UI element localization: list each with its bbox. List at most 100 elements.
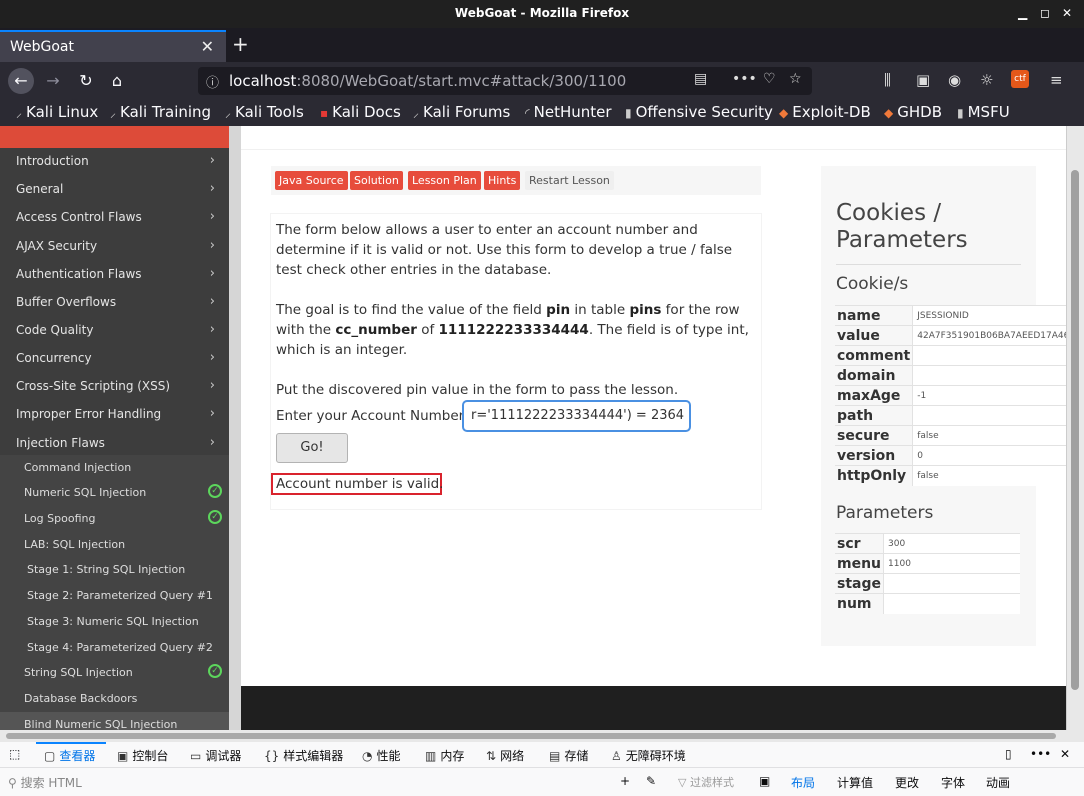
lesson-blind-numeric-sql-injection[interactable]: Blind Numeric SQL Injection — [0, 712, 229, 730]
sidebar-item-error-handling[interactable]: Improper Error Handling › — [0, 401, 229, 429]
minimize-icon[interactable]: ▁ — [1018, 6, 1027, 20]
tab-computed[interactable]: 计算值 — [837, 774, 873, 791]
tab-performance[interactable]: ◔ 性能 — [362, 747, 401, 764]
url-text[interactable]: localhost:8080/WebGoat/start.mvc#attack/… — [229, 72, 626, 90]
tab-memory[interactable]: ▥ 内存 — [425, 747, 464, 764]
sidebar-item-injection-flaws[interactable]: Injection Flaws › — [0, 430, 229, 458]
tab-debugger[interactable]: ▭ 调试器 — [190, 747, 241, 764]
close-devtools-icon[interactable]: ✕ — [1060, 747, 1070, 761]
bookmark-kali-linux[interactable]: ⸝ Kali Linux — [16, 103, 98, 121]
filter-styles-input[interactable]: ▽ 过滤样式 — [678, 774, 734, 790]
tab-style-editor[interactable]: {} 样式编辑器 — [264, 747, 343, 764]
solution-button[interactable]: Solution — [350, 171, 403, 190]
eyedropper-icon[interactable]: ✎ — [646, 774, 656, 788]
bookmark-offensive-security[interactable]: ▮ Offensive Security — [625, 103, 773, 121]
bookmark-nethunter[interactable]: ◜ NetHunter — [525, 103, 612, 121]
maximize-icon[interactable]: ◻ — [1040, 6, 1050, 20]
extension-icon[interactable]: ☼ — [980, 71, 993, 89]
performance-icon: ◔ — [362, 749, 373, 763]
lesson-log-spoofing[interactable]: Log Spoofing ✓ — [0, 506, 229, 532]
new-tab-icon[interactable]: + — [232, 32, 249, 56]
toggle-sidebar-icon[interactable]: ▣ — [759, 774, 770, 788]
sidebar-item-buffer-overflows[interactable]: Buffer Overflows › — [0, 289, 229, 317]
result-message: Account number is valid. — [271, 473, 443, 495]
bookmark-kali-training[interactable]: ⸝ Kali Training — [110, 103, 211, 121]
search-html-input[interactable]: ⚲ 搜索 HTML — [8, 774, 82, 791]
bookmark-ghdb[interactable]: ◆ GHDB — [884, 103, 942, 121]
sidebar-item-introduction[interactable]: Introduction › — [0, 148, 229, 176]
bookmark-msfu[interactable]: ▮ MSFU — [957, 103, 1010, 121]
account-number-input[interactable]: r='1111222233334444') = 2364 ); — [462, 400, 691, 432]
bookmarks-toolbar: ⸝ Kali Linux ⸝ Kali Training ⸝ Kali Tools ▪… — [0, 100, 1084, 126]
close-window-icon[interactable]: ✕ — [1062, 6, 1072, 20]
bookmark-exploit-db[interactable]: ◆ Exploit-DB — [779, 103, 871, 121]
restart-lesson-button[interactable]: Restart Lesson — [525, 171, 614, 190]
tab-network[interactable]: ⇅ 网络 — [486, 747, 524, 764]
kali-icon: ⸝ — [413, 106, 420, 120]
tab-console[interactable]: ▣ 控制台 — [117, 747, 168, 764]
page-actions-icon[interactable]: ••• — [732, 71, 757, 87]
scrollbar-thumb[interactable] — [1071, 170, 1079, 690]
lesson-button-bar: Java Source Solution Lesson Plan Hints R… — [271, 166, 761, 195]
tab-changes[interactable]: 更改 — [895, 774, 919, 791]
cookie-row: value 42A7F351901B06BA7AEED17A46I — [835, 325, 1076, 346]
lesson-database-backdoors[interactable]: Database Backdoors — [0, 686, 229, 712]
lesson-stage-4[interactable]: Stage 4: Parameterized Query #2 — [0, 635, 229, 661]
ctf-extension-icon[interactable]: ctf — [1011, 70, 1029, 88]
pocket-icon[interactable]: ♡ — [763, 71, 776, 87]
reload-icon[interactable]: ↻ — [73, 68, 99, 94]
lesson-string-sql-injection[interactable]: String SQL Injection ✓ — [0, 660, 229, 686]
site-info-icon[interactable]: ⓘ — [206, 72, 219, 91]
page-horizontal-scrollbar[interactable] — [0, 730, 1084, 742]
go-button[interactable]: Go! — [276, 433, 348, 463]
tab-animations[interactable]: 动画 — [986, 774, 1010, 791]
tab-inspector[interactable]: ▢ 查看器 — [44, 747, 95, 764]
cookie-row: version 0 — [835, 445, 1076, 466]
browser-tab[interactable]: WebGoat ✕ — [0, 30, 226, 62]
java-source-button[interactable]: Java Source — [275, 171, 348, 190]
back-icon[interactable]: ← — [8, 68, 34, 94]
hints-button[interactable]: Hints — [484, 171, 521, 190]
bookmark-kali-forums[interactable]: ⸝ Kali Forums — [413, 103, 510, 121]
library-icon[interactable]: ⫼ — [884, 71, 891, 89]
sidebar-item-code-quality[interactable]: Code Quality › — [0, 317, 229, 345]
element-picker-icon[interactable]: ⬚ — [9, 747, 20, 761]
add-node-icon[interactable]: + — [620, 774, 630, 788]
lesson-stage-2[interactable]: Stage 2: Parameterized Query #1 — [0, 583, 229, 609]
page-vertical-scrollbar[interactable] — [1066, 126, 1084, 730]
close-tab-icon[interactable]: ✕ — [201, 37, 214, 56]
sidebar-item-authentication[interactable]: Authentication Flaws › — [0, 261, 229, 289]
bookmark-kali-tools[interactable]: ⸝ Kali Tools — [225, 103, 304, 121]
tab-storage[interactable]: ▤ 存储 — [549, 747, 588, 764]
parameter-row: menu 1100 — [835, 553, 1020, 574]
sidebar-item-xss[interactable]: Cross-Site Scripting (XSS) › — [0, 373, 229, 401]
sidebar-item-ajax[interactable]: AJAX Security › — [0, 233, 229, 261]
account-icon[interactable]: ◉ — [948, 71, 961, 89]
lesson-plan-button[interactable]: Lesson Plan — [408, 171, 481, 190]
url-bar[interactable]: ⓘ localhost:8080/WebGoat/start.mvc#attac… — [198, 67, 812, 95]
tab-layout[interactable]: 布局 — [791, 774, 815, 791]
forward-icon[interactable]: → — [40, 68, 66, 94]
reader-view-icon[interactable]: ▤ — [694, 71, 707, 87]
sidebar-item-access-control[interactable]: Access Control Flaws › — [0, 204, 229, 232]
tab-fonts[interactable]: 字体 — [941, 774, 965, 791]
lesson-stage-3[interactable]: Stage 3: Numeric SQL Injection — [0, 609, 229, 635]
lesson-stage-1[interactable]: Stage 1: String SQL Injection — [0, 557, 229, 583]
lesson-lab-sql-injection[interactable]: LAB: SQL Injection — [0, 532, 229, 558]
bookmark-kali-docs[interactable]: ▪ Kali Docs — [320, 103, 401, 121]
dock-toggle-icon[interactable]: ▯ — [1005, 747, 1012, 761]
scrollbar-thumb[interactable] — [6, 733, 1056, 739]
sidebar-icon[interactable]: ▣ — [916, 71, 930, 89]
bookmark-star-icon[interactable]: ☆ — [789, 71, 802, 87]
sidebar-item-concurrency[interactable]: Concurrency › — [0, 345, 229, 373]
sidebar-scrollbar[interactable] — [229, 126, 241, 730]
home-icon[interactable]: ⌂ — [104, 68, 130, 94]
lesson-command-injection[interactable]: Command Injection — [0, 455, 229, 481]
lesson-numeric-sql-injection[interactable]: Numeric SQL Injection ✓ — [0, 480, 229, 506]
tab-accessibility[interactable]: ♙ 无障碍环境 — [611, 747, 686, 764]
menu-icon[interactable]: ≡ — [1050, 71, 1063, 89]
kali-icon: ⸝ — [16, 106, 23, 120]
sidebar-item-general[interactable]: General › — [0, 176, 229, 204]
storage-icon: ▤ — [549, 749, 561, 763]
devtools-menu-icon[interactable]: ••• — [1030, 747, 1051, 761]
